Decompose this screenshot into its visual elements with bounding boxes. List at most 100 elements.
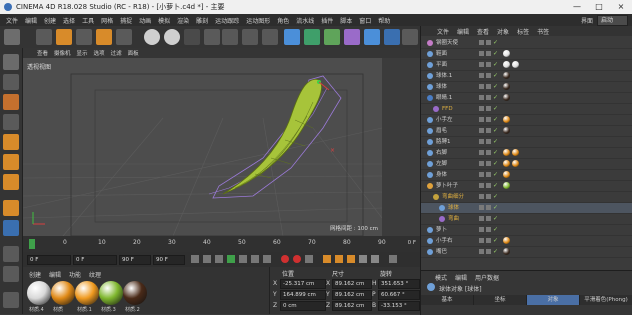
autokey-icon[interactable]: [293, 255, 301, 263]
enabled-check-icon[interactable]: ✓: [493, 238, 499, 244]
polygons-mode-icon[interactable]: [3, 174, 19, 190]
material-swatch[interactable]: [123, 281, 147, 305]
material-tag-icon[interactable]: [503, 171, 510, 178]
menu-item[interactable]: 文件: [6, 16, 18, 25]
visibility-render-toggle[interactable]: [486, 150, 491, 155]
visibility-render-toggle[interactable]: [486, 40, 491, 45]
next-key-icon[interactable]: [251, 255, 259, 263]
viewport-menu-item[interactable]: 显示: [77, 49, 88, 57]
model-mode-icon[interactable]: [3, 74, 19, 90]
viewport-menu-item[interactable]: 面板: [128, 49, 139, 57]
material-tag-icon[interactable]: [503, 237, 510, 244]
playhead-icon[interactable]: [29, 239, 35, 249]
visibility-render-toggle[interactable]: [486, 216, 491, 221]
object-menu-item[interactable]: 书签: [537, 27, 549, 36]
object-row[interactable]: 球体 ✓: [421, 203, 632, 214]
previous-frame-icon[interactable]: [215, 255, 223, 263]
enabled-check-icon[interactable]: ✓: [493, 51, 499, 57]
menu-item[interactable]: 窗口: [359, 16, 371, 25]
visibility-editor-toggle[interactable]: [479, 40, 484, 45]
menu-item[interactable]: 选择: [63, 16, 75, 25]
visibility-editor-toggle[interactable]: [479, 106, 484, 111]
visibility-render-toggle[interactable]: [486, 62, 491, 67]
visibility-editor-toggle[interactable]: [479, 227, 484, 232]
enabled-check-icon[interactable]: ✓: [493, 227, 499, 233]
layout-select[interactable]: 启动: [596, 15, 628, 26]
menu-item[interactable]: 插件: [321, 16, 333, 25]
material-tag-icon[interactable]: [503, 160, 510, 167]
menu-item[interactable]: 运动图形: [246, 16, 270, 25]
enabled-check-icon[interactable]: ✓: [493, 249, 499, 255]
points-mode-icon[interactable]: [3, 134, 19, 150]
menu-item[interactable]: 运动跟踪: [215, 16, 239, 25]
visibility-editor-toggle[interactable]: [479, 172, 484, 177]
position-field[interactable]: 164.899 cm: [280, 290, 326, 300]
rotate-icon[interactable]: [96, 29, 112, 45]
material-tag-icon[interactable]: [503, 149, 510, 156]
material-swatch[interactable]: [99, 281, 123, 305]
material-menu-item[interactable]: 编辑: [49, 270, 61, 279]
visibility-editor-toggle[interactable]: [479, 194, 484, 199]
material-tag-icon[interactable]: [512, 149, 519, 156]
object-menu-item[interactable]: 文件: [437, 27, 449, 36]
size-field[interactable]: 89.162 cm: [332, 279, 372, 289]
visibility-render-toggle[interactable]: [486, 51, 491, 56]
visibility-render-toggle[interactable]: [486, 194, 491, 199]
enabled-check-icon[interactable]: ✓: [493, 161, 499, 167]
edges-mode-icon[interactable]: [3, 154, 19, 170]
workplane-icon[interactable]: [3, 114, 19, 130]
attribute-tab[interactable]: 对象: [527, 295, 580, 305]
material-tag-icon[interactable]: [503, 116, 510, 123]
material-tag-icon[interactable]: [503, 182, 510, 189]
end-frame-field[interactable]: 90 F: [119, 255, 151, 265]
play-icon[interactable]: [227, 255, 235, 263]
attribute-menu-item[interactable]: 模式: [435, 273, 447, 282]
menu-item[interactable]: 脚本: [340, 16, 352, 25]
go-to-end-icon[interactable]: [263, 255, 271, 263]
render-picture-viewer-icon[interactable]: [242, 29, 258, 45]
object-row[interactable]: 弯曲 ✓: [421, 214, 632, 225]
visibility-editor-toggle[interactable]: [479, 216, 484, 221]
record-icon[interactable]: [281, 255, 289, 263]
y-axis-icon[interactable]: [164, 29, 180, 45]
viewport-menu-item[interactable]: 查看: [37, 49, 48, 57]
lock-workplane-icon[interactable]: [3, 246, 19, 262]
axis-mode-icon[interactable]: [3, 200, 19, 216]
visibility-editor-toggle[interactable]: [479, 205, 484, 210]
attribute-tab[interactable]: 坐标: [474, 295, 527, 305]
object-row[interactable]: 小手左 ✓: [421, 115, 632, 126]
rotation-field[interactable]: 351.653 °: [378, 279, 420, 289]
material-menu-item[interactable]: 功能: [69, 270, 81, 279]
minimize-button[interactable]: —: [566, 0, 588, 14]
material-swatch[interactable]: [27, 281, 51, 305]
visibility-render-toggle[interactable]: [486, 238, 491, 243]
object-row[interactable]: 弯曲细分 ✓: [421, 192, 632, 203]
enabled-check-icon[interactable]: ✓: [493, 172, 499, 178]
material-tag-icon[interactable]: [512, 160, 519, 167]
start-frame-field[interactable]: 0 F: [27, 255, 71, 265]
enabled-check-icon[interactable]: ✓: [493, 194, 499, 200]
enabled-check-icon[interactable]: ✓: [493, 139, 499, 145]
undo-icon[interactable]: [4, 29, 20, 45]
material-swatch[interactable]: [51, 281, 75, 305]
menu-item[interactable]: 编辑: [25, 16, 37, 25]
object-menu-item[interactable]: 编辑: [457, 27, 469, 36]
visibility-render-toggle[interactable]: [486, 106, 491, 111]
object-row[interactable]: 身体 ✓: [421, 170, 632, 181]
enabled-check-icon[interactable]: ✓: [493, 84, 499, 90]
object-row[interactable]: 萝卜 ✓: [421, 225, 632, 236]
enabled-check-icon[interactable]: ✓: [493, 40, 499, 46]
object-row[interactable]: 萝卜叶子 ✓: [421, 181, 632, 192]
menu-item[interactable]: 流水线: [296, 16, 314, 25]
visibility-editor-toggle[interactable]: [479, 238, 484, 243]
object-row[interactable]: 眼睛.1 ✓: [421, 93, 632, 104]
texture-mode-icon[interactable]: [3, 94, 19, 110]
visibility-editor-toggle[interactable]: [479, 128, 484, 133]
viewport-menu-item[interactable]: 选项: [94, 49, 105, 57]
menu-item[interactable]: 角色: [277, 16, 289, 25]
enabled-check-icon[interactable]: ✓: [493, 150, 499, 156]
enabled-check-icon[interactable]: ✓: [493, 216, 499, 222]
render-settings-icon[interactable]: [262, 29, 278, 45]
visibility-editor-toggle[interactable]: [479, 95, 484, 100]
object-row[interactable]: 小手右 ✓: [421, 236, 632, 247]
